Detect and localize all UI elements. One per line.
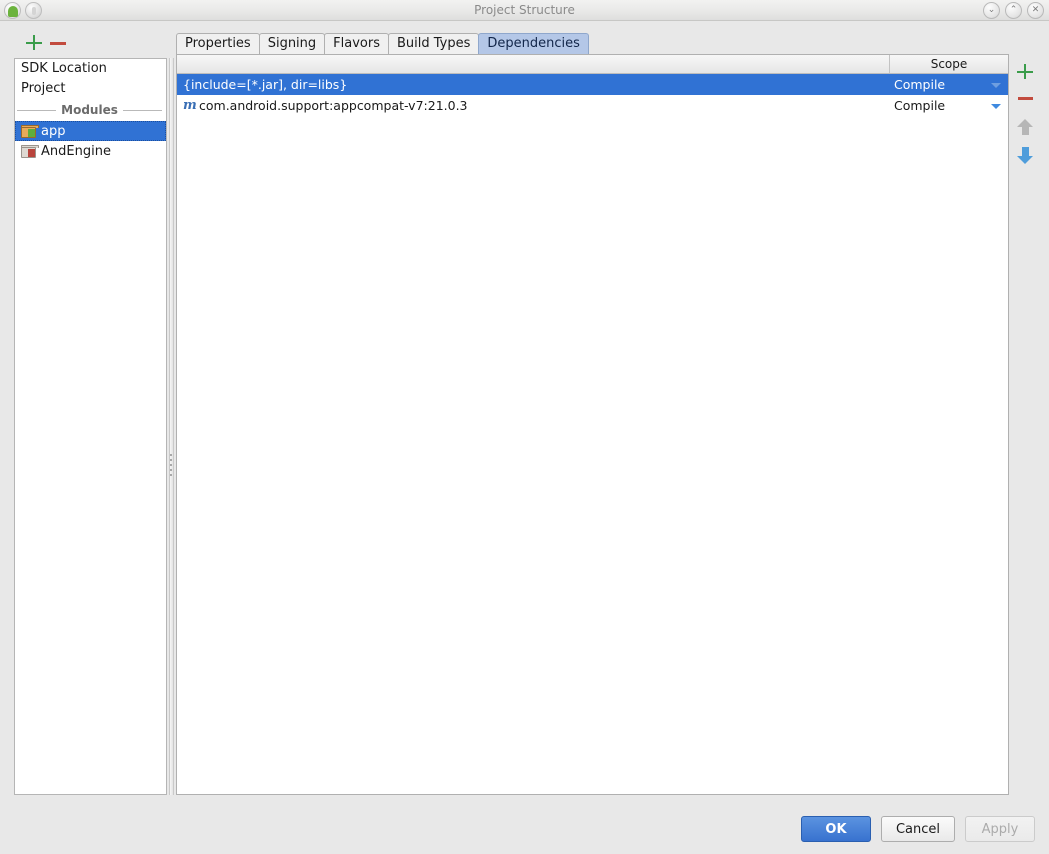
sidebar-item-app[interactable]: app	[15, 121, 166, 141]
tab-signing[interactable]: Signing	[259, 33, 325, 54]
dependency-scope-cell[interactable]: Compile	[890, 77, 1008, 92]
tab-flavors[interactable]: Flavors	[324, 33, 389, 54]
sidebar-group-label: Modules	[56, 103, 123, 117]
tab-build-types[interactable]: Build Types	[388, 33, 479, 54]
separator-line-right	[123, 110, 162, 111]
splitter-grip[interactable]	[170, 454, 173, 480]
cancel-button[interactable]: Cancel	[881, 816, 955, 842]
dependency-toolbar	[1011, 54, 1041, 795]
maximize-button[interactable]: ⌃	[1005, 2, 1022, 19]
dialog-button-bar: OK Cancel Apply	[801, 816, 1035, 842]
module-library-icon	[21, 145, 36, 158]
sidebar-group-modules: Modules	[15, 99, 166, 121]
table-row[interactable]: {include=[*.jar], dir=libs} Compile	[177, 74, 1008, 95]
sidebar-item-label: AndEngine	[41, 144, 111, 159]
scope-value-text: Compile	[894, 98, 945, 113]
dependency-name-cell[interactable]: m com.android.support:appcompat-v7:21.0.…	[177, 98, 890, 113]
window-controls: ⌄ ⌃ ✕	[983, 2, 1044, 19]
sidebar-list[interactable]: SDK Location Project Modules app AndEngi…	[14, 58, 167, 795]
window-titlebar: Project Structure ⌄ ⌃ ✕	[0, 0, 1049, 21]
add-module-button[interactable]	[24, 32, 44, 52]
chevron-down-icon[interactable]	[991, 83, 1001, 88]
sidebar-item-sdk-location[interactable]: SDK Location	[15, 59, 166, 79]
dependency-scope-cell[interactable]: Compile	[890, 98, 1008, 113]
window-title: Project Structure	[0, 0, 1049, 21]
remove-dependency-button[interactable]	[1013, 86, 1039, 110]
chevron-down-icon[interactable]	[991, 104, 1001, 109]
table-row[interactable]: m com.android.support:appcompat-v7:21.0.…	[177, 95, 1008, 116]
minimize-button[interactable]: ⌄	[983, 2, 1000, 19]
module-app-icon	[21, 125, 36, 138]
sidebar-item-label: app	[41, 124, 65, 139]
maven-dependency-icon: m	[183, 98, 194, 113]
dependency-name-cell[interactable]: {include=[*.jar], dir=libs}	[177, 77, 890, 92]
ok-button[interactable]: OK	[801, 816, 871, 842]
move-up-button	[1013, 116, 1039, 138]
dependency-name-text: {include=[*.jar], dir=libs}	[183, 77, 347, 92]
apply-button: Apply	[965, 816, 1035, 842]
dependency-name-text: com.android.support:appcompat-v7:21.0.3	[199, 98, 468, 113]
column-header-scope[interactable]: Scope	[890, 55, 1008, 73]
tab-properties[interactable]: Properties	[176, 33, 260, 54]
splitter-bar[interactable]	[169, 58, 174, 795]
panel-splitter[interactable]	[167, 58, 176, 795]
table-header: Scope	[177, 55, 1008, 74]
separator-line-left	[17, 110, 56, 111]
sidebar-toolbar	[14, 32, 169, 54]
column-header-name[interactable]	[177, 55, 890, 73]
tab-dependencies[interactable]: Dependencies	[478, 33, 589, 54]
move-down-button[interactable]	[1013, 144, 1039, 166]
remove-module-button[interactable]	[48, 32, 68, 52]
dependencies-table: Scope {include=[*.jar], dir=libs} Compil…	[176, 54, 1009, 795]
tab-bar: Properties Signing Flavors Build Types D…	[176, 32, 1016, 54]
sidebar-item-andengine[interactable]: AndEngine	[15, 141, 166, 161]
add-dependency-button[interactable]	[1013, 60, 1039, 84]
close-button[interactable]: ✕	[1027, 2, 1044, 19]
sidebar-item-project[interactable]: Project	[15, 79, 166, 99]
scope-value-text: Compile	[894, 77, 945, 92]
